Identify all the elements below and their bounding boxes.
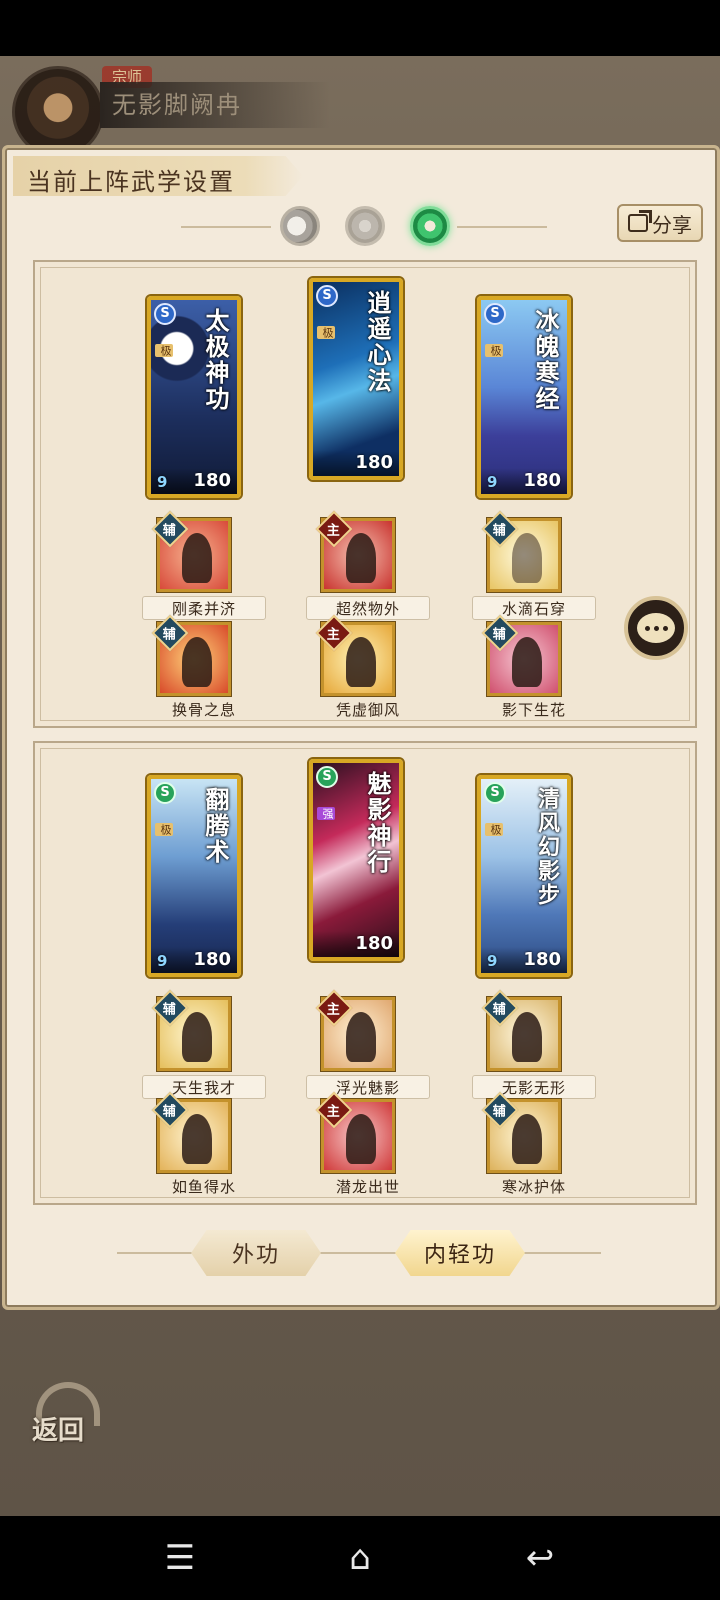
- divider-line: [457, 226, 547, 228]
- card-name: 清风幻影步: [534, 787, 560, 907]
- role-tag-text: 主: [327, 627, 341, 643]
- skill-name: 如鱼得水: [171, 1178, 236, 1196]
- skill-silhouette: [346, 1114, 376, 1164]
- skill-name: 换骨之息: [171, 701, 236, 719]
- chat-button[interactable]: [624, 596, 688, 660]
- card-level: 9: [157, 952, 168, 970]
- skill-silhouette: [182, 637, 212, 687]
- skill-name: 天生我才: [142, 1075, 266, 1099]
- role-tag-text: 辅: [493, 1104, 507, 1120]
- card-level: 9: [487, 473, 498, 491]
- skill-silhouette: [512, 1012, 542, 1062]
- card-power: 180: [193, 470, 231, 491]
- card-power: 180: [523, 949, 561, 970]
- card-level: 9: [487, 952, 498, 970]
- role-tag-text: 主: [327, 1104, 341, 1120]
- skill-silhouette: [346, 533, 376, 583]
- role-tag-text: 辅: [493, 627, 507, 643]
- tabs-row: 外功 内轻功: [111, 1230, 607, 1276]
- card-name: 太极神功: [201, 308, 230, 412]
- role-tag-text: 辅: [163, 1104, 177, 1120]
- skill-name: 水滴石穿: [472, 596, 596, 620]
- home-icon[interactable]: ⌂: [336, 1534, 384, 1582]
- type-icon: S: [154, 782, 176, 804]
- skill-name: 潜龙出世: [335, 1178, 400, 1196]
- grade-tag: 强: [317, 807, 335, 820]
- status-bar: [0, 0, 720, 56]
- back-nav-icon[interactable]: ↩: [516, 1534, 564, 1582]
- card-name: 翻腾术: [201, 787, 230, 865]
- card-name: 逍遥心法: [363, 290, 392, 394]
- skill-silhouette: [512, 637, 542, 687]
- tab-external[interactable]: 外功: [191, 1230, 321, 1276]
- skill-name: 刚柔并济: [142, 596, 266, 620]
- player-name: 无影脚阙冉: [100, 82, 330, 128]
- martial-arts-panel: 当前上阵武学设置 分享 S 极 太极神功 9 180 S 极 逍遥心法 180: [2, 145, 720, 1310]
- grade-tag: 极: [485, 344, 503, 357]
- skill-silhouette: [182, 1114, 212, 1164]
- type-icon: S: [154, 303, 176, 325]
- card-power: 180: [355, 933, 393, 954]
- grade-tag: 极: [317, 326, 335, 339]
- divider-line: [181, 226, 271, 228]
- skill-silhouette: [512, 533, 542, 583]
- martial-card[interactable]: S 极 清风幻影步 9 180: [477, 775, 571, 977]
- panel-title: 当前上阵武学设置: [27, 168, 235, 196]
- preset-slot-sun[interactable]: [345, 206, 385, 246]
- menu-icon[interactable]: ☰: [156, 1534, 204, 1582]
- chat-icon: [637, 613, 675, 643]
- martial-card[interactable]: S 强 魅影神行 180: [309, 759, 403, 961]
- skill-silhouette: [346, 1012, 376, 1062]
- card-name: 魅影神行: [363, 771, 392, 875]
- type-icon: S: [484, 782, 506, 804]
- skill-silhouette: [346, 637, 376, 687]
- grade-tag: 极: [485, 823, 503, 836]
- skill-silhouette: [512, 1114, 542, 1164]
- skill-group-1: S 极 太极神功 9 180 S 极 逍遥心法 180 S 极 冰魄寒经 9 1…: [33, 260, 697, 728]
- martial-card[interactable]: S 极 冰魄寒经 9 180: [477, 296, 571, 498]
- skill-group-2: S 极 翻腾术 9 180 S 强 魅影神行 180 S 极 清风幻影步 9 1…: [33, 741, 697, 1205]
- grade-tag: 极: [155, 823, 173, 836]
- card-power: 180: [355, 452, 393, 473]
- skill-name: 无影无形: [472, 1075, 596, 1099]
- martial-card[interactable]: S 极 逍遥心法 180: [309, 278, 403, 480]
- role-tag-text: 辅: [163, 523, 177, 539]
- panel-title-banner: 当前上阵武学设置: [13, 156, 303, 196]
- role-tag-text: 主: [327, 523, 341, 539]
- skill-name: 寒冰护体: [501, 1178, 566, 1196]
- skill-name: 影下生花: [501, 701, 566, 719]
- card-level: 9: [157, 473, 168, 491]
- card-name: 冰魄寒经: [531, 308, 560, 412]
- preset-slot-moon[interactable]: [280, 206, 320, 246]
- share-icon: [628, 214, 648, 232]
- role-tag-text: 辅: [493, 1002, 507, 1018]
- martial-card[interactable]: S 极 太极神功 9 180: [147, 296, 241, 498]
- back-button[interactable]: 返回: [30, 1380, 106, 1456]
- grade-tag: 极: [155, 344, 173, 357]
- tab-label: 内轻功: [423, 1243, 496, 1268]
- share-label: 分享: [652, 212, 692, 237]
- skill-name: 浮光魅影: [306, 1075, 430, 1099]
- skill-name: 凭虚御风: [335, 701, 400, 719]
- card-power: 180: [193, 949, 231, 970]
- martial-card[interactable]: S 极 翻腾术 9 180: [147, 775, 241, 977]
- card-power: 180: [523, 470, 561, 491]
- share-button[interactable]: 分享: [617, 204, 703, 242]
- skill-silhouette: [182, 1012, 212, 1062]
- type-icon: S: [316, 285, 338, 307]
- skill-silhouette: [182, 533, 212, 583]
- tabs-divider: [117, 1252, 601, 1254]
- skill-name: 超然物外: [306, 596, 430, 620]
- system-nav-bar: ☰ ⌂ ↩: [0, 1516, 720, 1600]
- tab-label: 外功: [231, 1243, 280, 1268]
- role-tag-text: 辅: [163, 627, 177, 643]
- preset-slot-jade-active[interactable]: [410, 206, 450, 246]
- type-icon: S: [484, 303, 506, 325]
- type-icon: S: [316, 766, 338, 788]
- role-tag-text: 辅: [493, 523, 507, 539]
- tab-internal-light[interactable]: 内轻功: [395, 1230, 525, 1276]
- role-tag-text: 辅: [163, 1002, 177, 1018]
- back-label: 返回: [32, 1416, 85, 1446]
- role-tag-text: 主: [327, 1002, 341, 1018]
